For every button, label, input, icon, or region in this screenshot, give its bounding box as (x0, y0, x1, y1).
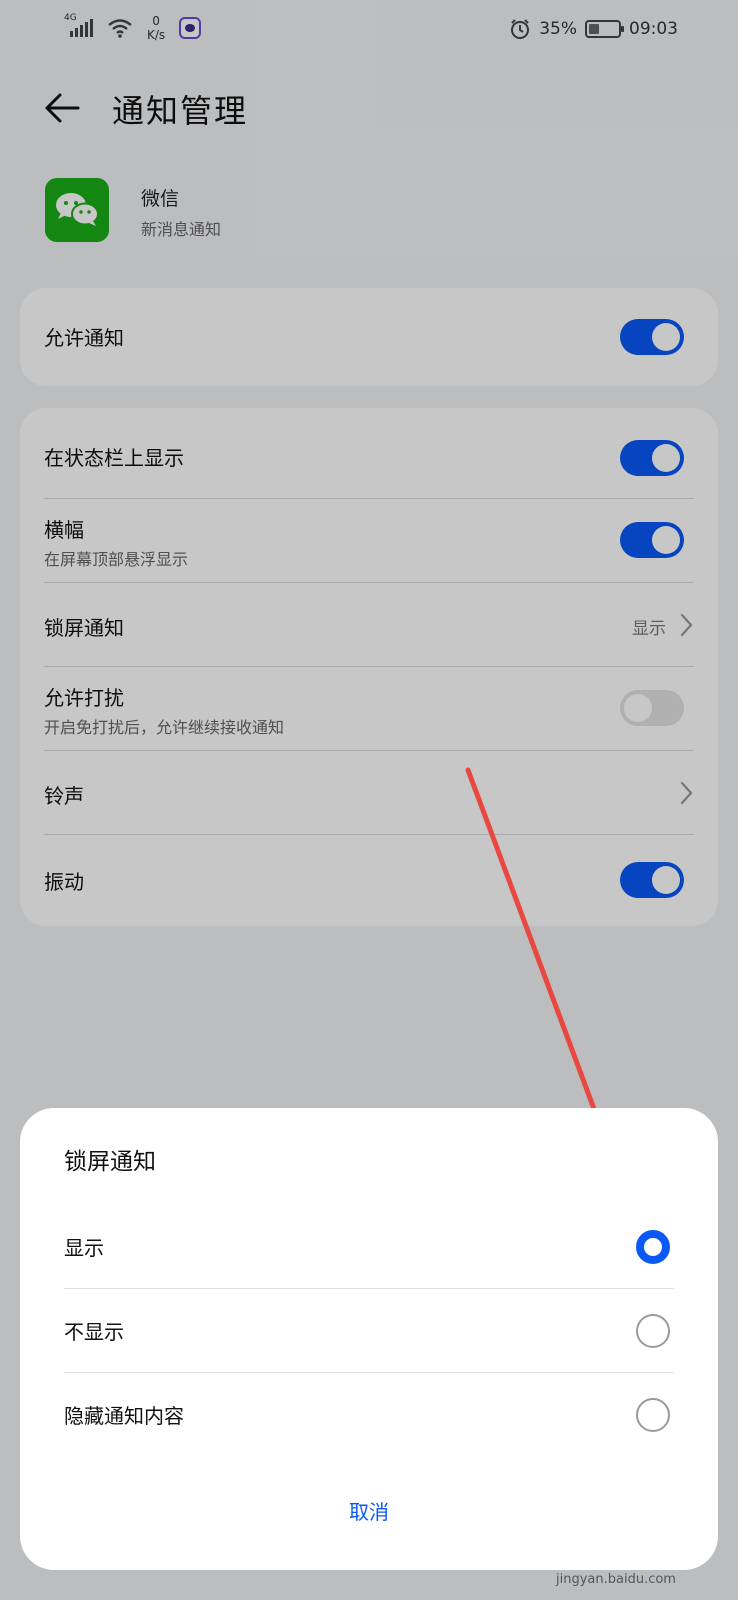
radio-unselected[interactable] (636, 1314, 670, 1348)
option-label: 显示 (64, 1236, 104, 1260)
radio-selected[interactable] (636, 1230, 670, 1264)
option-show[interactable]: 显示 (20, 1206, 718, 1288)
option-hide-content[interactable]: 隐藏通知内容 (20, 1374, 718, 1456)
notification-management-screen: 4G 0 K/s 35% 09:03 通知管理 微信 新消息通知 允许通知 在状… (0, 0, 738, 1600)
cancel-button[interactable]: 取消 (269, 1484, 469, 1540)
watermark-brand: Baidu经验 (556, 1535, 702, 1568)
baidu-watermark: Baidu经验 jingyan.baidu.com (556, 1520, 726, 1590)
divider (64, 1288, 674, 1289)
watermark-url: jingyan.baidu.com (556, 1572, 676, 1587)
sheet-title: 锁屏通知 (64, 1149, 156, 1175)
option-label: 不显示 (64, 1320, 124, 1344)
radio-unselected[interactable] (636, 1398, 670, 1432)
lock-screen-notification-sheet: 锁屏通知 显示 不显示 隐藏通知内容 取消 (20, 1108, 718, 1570)
option-hide[interactable]: 不显示 (20, 1290, 718, 1372)
option-label: 隐藏通知内容 (64, 1404, 184, 1428)
divider (64, 1372, 674, 1373)
